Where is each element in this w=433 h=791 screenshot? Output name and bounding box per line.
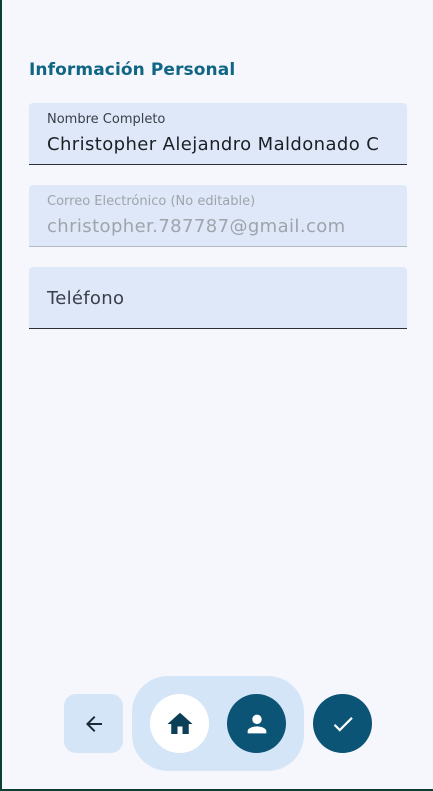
email-field: Correo Electrónico (No editable) christo… xyxy=(29,185,407,247)
full-name-label: Nombre Completo xyxy=(47,112,166,127)
phone-field[interactable]: Teléfono xyxy=(29,267,407,329)
home-button[interactable] xyxy=(150,694,209,753)
email-label: Correo Electrónico (No editable) xyxy=(47,194,256,209)
full-name-input[interactable]: Christopher Alejandro Maldonado C xyxy=(47,134,392,155)
section-title: Información Personal xyxy=(29,60,236,80)
full-name-field[interactable]: Nombre Completo Christopher Alejandro Ma… xyxy=(29,103,407,165)
person-icon xyxy=(243,710,271,738)
profile-screen: Información Personal Nombre Completo Chr… xyxy=(2,0,433,789)
check-icon xyxy=(330,711,356,737)
email-input: christopher.787787@gmail.com xyxy=(47,216,346,237)
arrow-back-icon xyxy=(82,712,106,736)
save-button[interactable] xyxy=(313,694,372,753)
back-button[interactable] xyxy=(64,694,123,753)
phone-input[interactable]: Teléfono xyxy=(47,288,124,309)
home-icon xyxy=(165,709,195,739)
profile-button[interactable] xyxy=(227,694,286,753)
